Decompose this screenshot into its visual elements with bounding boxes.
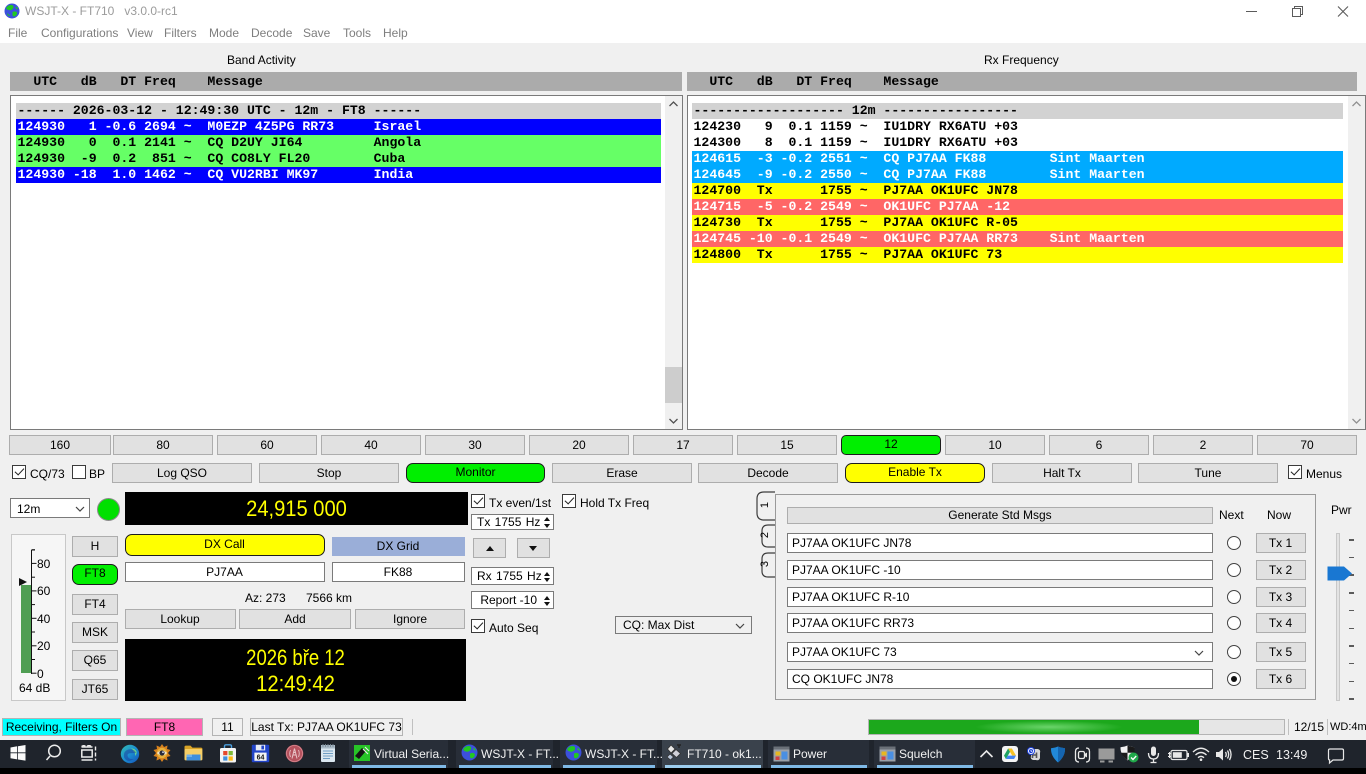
svg-text:1: 1 [759,502,771,508]
svg-text:2: 2 [759,532,771,538]
svg-text:64: 64 [257,754,265,761]
svg-text:3: 3 [759,561,771,567]
